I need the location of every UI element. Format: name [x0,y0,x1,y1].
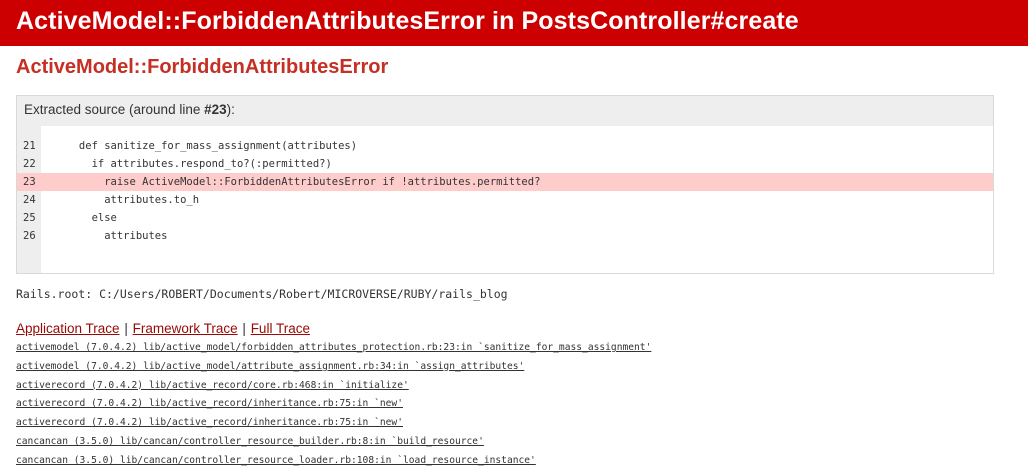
extracted-source-panel: Extracted source (around line #23): 21 22… [16,95,994,274]
code-line-highlighted: raise ActiveModel::ForbiddenAttributesEr… [41,173,993,191]
tab-application-trace[interactable]: Application Trace [16,321,120,336]
source-label-suffix: ): [226,102,235,117]
trace-list: activemodel (7.0.4.2) lib/active_model/f… [16,339,1012,471]
error-class-title: ActiveModel::ForbiddenAttributesError [16,56,389,78]
tab-separator: | [124,321,128,336]
line-number: 26 [23,230,36,242]
code-line: else [41,212,117,224]
line-number: 24 [23,194,36,206]
line-number: 22 [23,158,36,170]
tab-framework-trace[interactable]: Framework Trace [133,321,238,336]
rails-root-path: Rails.root: C:/Users/ROBERT/Documents/Ro… [16,287,508,301]
main-content: ActiveModel::ForbiddenAttributesError Ex… [0,55,1028,471]
extracted-source-label: Extracted source (around line #23): [17,96,993,126]
trace-line[interactable]: activerecord (7.0.4.2) lib/active_record… [16,377,1012,396]
code-line: attributes [41,230,168,242]
tab-separator: | [242,321,246,336]
code-line: attributes.to_h [41,194,200,206]
line-number: 21 [23,140,36,152]
line-number-gutter: 21 22 23 24 25 26 [17,126,41,273]
line-number: 23 [17,173,41,191]
trace-line[interactable]: cancancan (3.5.0) lib/cancan/controller_… [16,433,1012,452]
code-line: def sanitize_for_mass_assignment(attribu… [41,140,358,152]
trace-tabs: Application Trace | Framework Trace | Fu… [16,320,1012,337]
trace-line[interactable]: cancancan (3.5.0) lib/cancan/controller_… [16,452,1012,471]
tab-full-trace[interactable]: Full Trace [251,321,310,336]
source-code-area: 21 22 23 24 25 26 def sanitize_for_mass_assig… [17,126,993,273]
code-line: if attributes.respond_to?(:permitted?) [41,158,332,170]
trace-line[interactable]: activemodel (7.0.4.2) lib/active_model/a… [16,358,1012,377]
error-header: ActiveModel::ForbiddenAttributesError in… [0,0,1028,46]
source-line-ref: #23 [204,102,227,117]
trace-line[interactable]: activerecord (7.0.4.2) lib/active_record… [16,395,1012,414]
trace-line[interactable]: activerecord (7.0.4.2) lib/active_record… [16,414,1012,433]
code-lines: def sanitize_for_mass_assignment(attribu… [41,126,993,273]
page-title: ActiveModel::ForbiddenAttributesError in… [16,7,799,35]
line-number: 25 [23,212,36,224]
trace-line[interactable]: activemodel (7.0.4.2) lib/active_model/f… [16,339,1012,358]
source-label-prefix: Extracted source (around line [24,102,205,117]
